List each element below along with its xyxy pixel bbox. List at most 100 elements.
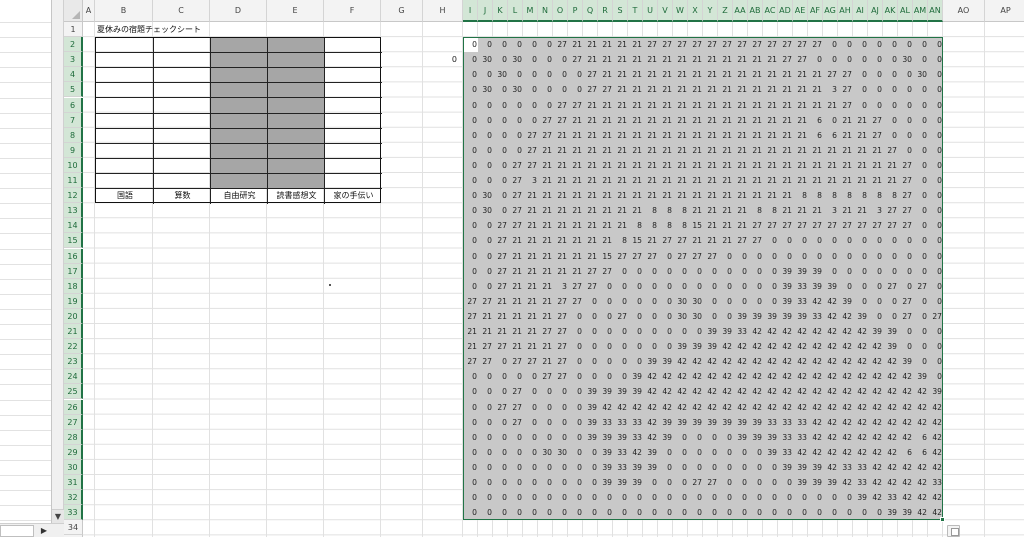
grid-cell[interactable]: 0 [493, 188, 507, 203]
grid-cell[interactable]: 30 [913, 67, 927, 82]
column-header-ai[interactable]: AI [853, 0, 868, 22]
grid-cell[interactable]: 33 [793, 430, 807, 445]
scroll-down-arrow-icon[interactable]: ▼ [52, 509, 64, 523]
grid-cell[interactable]: 0 [898, 67, 912, 82]
grid-cell[interactable]: 21 [868, 143, 882, 158]
grid-cell[interactable]: 27 [898, 173, 912, 188]
grid-cell[interactable]: 0 [553, 415, 567, 430]
grid-cell[interactable]: 27 [898, 309, 912, 324]
grid-cell[interactable]: 21 [823, 98, 837, 113]
grid-cell[interactable]: 0 [478, 460, 492, 475]
grid-cell[interactable]: 21 [718, 128, 732, 143]
grid-cell[interactable]: 0 [883, 98, 897, 113]
grid-cell[interactable]: 42 [763, 384, 777, 399]
grid-cell[interactable]: 21 [538, 218, 552, 233]
grid-cell[interactable]: 0 [868, 67, 882, 82]
grid-cell[interactable]: 42 [883, 430, 897, 445]
grid-cell[interactable]: 0 [793, 490, 807, 505]
grid-cell[interactable]: 21 [808, 67, 822, 82]
grid-cell[interactable]: 21 [568, 113, 582, 128]
grid-cell[interactable]: 21 [658, 113, 672, 128]
grid-cell[interactable]: 21 [778, 82, 792, 97]
grid-cell[interactable]: 27 [748, 37, 762, 52]
grid-cell[interactable]: 21 [748, 143, 762, 158]
grid-cell[interactable]: 21 [733, 82, 747, 97]
grid-cell[interactable]: 21 [598, 203, 612, 218]
grid-cell[interactable]: 0 [718, 279, 732, 294]
grid-cell[interactable]: 0 [643, 279, 657, 294]
grid-cell[interactable]: 0 [838, 249, 852, 264]
grid-cell[interactable]: 27 [478, 339, 492, 354]
grid-cell[interactable]: 33 [793, 415, 807, 430]
grid-cell[interactable]: 0 [898, 98, 912, 113]
grid-cell[interactable]: 27 [808, 37, 822, 52]
grid-cell[interactable]: 21 [748, 128, 762, 143]
grid-cell[interactable]: 39 [598, 445, 612, 460]
grid-cell[interactable]: 0 [538, 384, 552, 399]
grid-cell[interactable]: 33 [778, 430, 792, 445]
grid-cell[interactable]: 0 [688, 324, 702, 339]
grid-cell[interactable]: 21 [703, 67, 717, 82]
grid-cell[interactable]: 0 [583, 324, 597, 339]
grid-cell[interactable]: 0 [733, 490, 747, 505]
grid-cell[interactable]: 0 [478, 113, 492, 128]
grid-cell[interactable]: 0 [913, 173, 927, 188]
grid-cell[interactable]: 0 [463, 233, 477, 248]
grid-cell[interactable]: 8 [883, 188, 897, 203]
column-header-ah[interactable]: AH [838, 0, 853, 22]
grid-cell[interactable]: 21 [613, 158, 627, 173]
grid-cell[interactable]: 27 [553, 369, 567, 384]
grid-cell[interactable]: 42 [868, 430, 882, 445]
grid-cell[interactable]: 0 [778, 475, 792, 490]
grid-cell[interactable]: 21 [598, 233, 612, 248]
grid-cell[interactable]: 42 [928, 505, 942, 520]
grid-cell[interactable]: 21 [658, 67, 672, 82]
grid-cell[interactable]: 27 [868, 113, 882, 128]
grid-cell[interactable]: 0 [613, 490, 627, 505]
grid-cell[interactable]: 30 [478, 188, 492, 203]
row-header-18[interactable]: 18 [64, 278, 83, 294]
grid-cell[interactable]: 8 [853, 188, 867, 203]
grid-cell[interactable]: 42 [838, 475, 852, 490]
grid-cell[interactable]: 0 [868, 37, 882, 52]
row-header-23[interactable]: 23 [64, 354, 83, 370]
grid-cell[interactable]: 0 [868, 505, 882, 520]
grid-cell[interactable]: 0 [493, 384, 507, 399]
grid-cell[interactable]: 0 [658, 490, 672, 505]
grid-cell[interactable]: 21 [643, 67, 657, 82]
grid-cell[interactable]: 21 [508, 324, 522, 339]
grid-cell[interactable]: 21 [553, 233, 567, 248]
grid-cell[interactable]: 8 [658, 203, 672, 218]
grid-cell[interactable]: 33 [808, 309, 822, 324]
grid-cell[interactable]: 21 [583, 98, 597, 113]
grid-cell[interactable]: 42 [823, 354, 837, 369]
grid-cell[interactable]: 0 [883, 52, 897, 67]
grid-cell[interactable]: 0 [613, 339, 627, 354]
grid-cell[interactable]: 0 [853, 82, 867, 97]
select-all-button[interactable] [64, 0, 83, 22]
grid-cell[interactable]: 42 [703, 354, 717, 369]
grid-cell[interactable]: 21 [703, 173, 717, 188]
column-header-af[interactable]: AF [808, 0, 823, 22]
grid-cell[interactable]: 42 [718, 400, 732, 415]
grid-cell[interactable]: 42 [808, 384, 822, 399]
grid-cell[interactable]: 21 [733, 218, 747, 233]
grid-cell[interactable]: 0 [538, 505, 552, 520]
grid-cell[interactable]: 0 [703, 460, 717, 475]
grid-cell[interactable]: 0 [928, 233, 942, 248]
grid-cell[interactable]: 21 [583, 113, 597, 128]
grid-cell[interactable]: 0 [553, 490, 567, 505]
grid-cell[interactable]: 42 [898, 369, 912, 384]
grid-cell[interactable]: 27 [568, 52, 582, 67]
grid-cell[interactable]: 27 [508, 158, 522, 173]
grid-cell[interactable]: 0 [928, 52, 942, 67]
grid-cell[interactable]: 39 [733, 309, 747, 324]
grid-cell[interactable]: 42 [748, 400, 762, 415]
grid-cell[interactable]: 39 [643, 354, 657, 369]
grid-cell[interactable]: 21 [763, 173, 777, 188]
grid-cell[interactable]: 0 [928, 294, 942, 309]
grid-cell[interactable]: 8 [643, 203, 657, 218]
grid-cell[interactable]: 42 [853, 384, 867, 399]
grid-cell[interactable]: 21 [628, 52, 642, 67]
grid-cell[interactable]: 21 [688, 113, 702, 128]
